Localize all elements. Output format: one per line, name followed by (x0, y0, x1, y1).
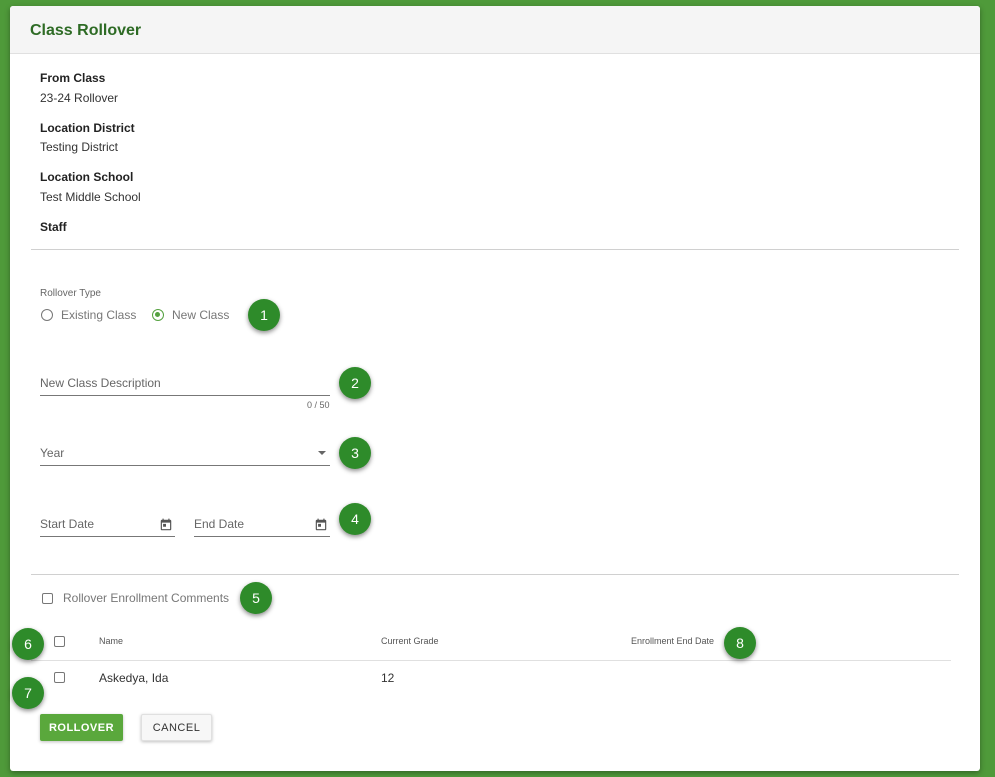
new-class-description-placeholder: New Class Description (40, 376, 161, 390)
dropdown-arrow-icon (318, 451, 326, 455)
callout-badge-2: 2 (339, 367, 371, 399)
year-placeholder: Year (40, 446, 65, 460)
column-header-current-grade[interactable]: Current Grade (381, 636, 439, 646)
rollover-enrollment-comments-label: Rollover Enrollment Comments (63, 591, 230, 605)
location-school-value: Test Middle School (40, 190, 141, 204)
column-header-name[interactable]: Name (99, 636, 123, 646)
row-checkbox[interactable] (54, 672, 65, 683)
calendar-icon[interactable] (314, 518, 328, 532)
column-header-enrollment-end-date[interactable]: Enrollment End Date (631, 636, 714, 646)
callout-badge-8: 8 (724, 627, 756, 659)
staff-label: Staff (40, 220, 67, 234)
end-date-placeholder: End Date (194, 517, 245, 531)
callout-badge-4: 4 (339, 503, 371, 535)
radio-new-class[interactable]: New Class (152, 307, 229, 323)
radio-unchecked-icon (41, 309, 53, 321)
class-rollover-dialog: Class Rollover From Class 23-24 Rollover… (10, 6, 980, 771)
callout-badge-5: 5 (240, 582, 272, 614)
dialog-header (10, 6, 980, 54)
year-select[interactable]: Year (40, 438, 330, 466)
radio-existing-class[interactable]: Existing Class (41, 307, 136, 323)
location-district-label: Location District (40, 121, 135, 135)
radio-checked-icon (152, 309, 164, 321)
select-all-checkbox[interactable] (54, 636, 65, 647)
callout-badge-6: 6 (12, 628, 44, 660)
end-date-input[interactable]: End Date (194, 509, 330, 537)
callout-badge-1: 1 (248, 299, 280, 331)
table-header-divider (31, 660, 951, 661)
from-class-label: From Class (40, 71, 106, 85)
new-class-description-input[interactable]: New Class Description (40, 368, 330, 396)
rollover-button[interactable]: ROLLOVER (40, 714, 123, 741)
radio-existing-class-label: Existing Class (61, 308, 137, 322)
callout-badge-3: 3 (339, 437, 371, 469)
calendar-icon[interactable] (159, 518, 173, 532)
radio-new-class-label: New Class (172, 308, 230, 322)
character-counter: 0 / 50 (307, 400, 330, 410)
start-date-input[interactable]: Start Date (40, 509, 175, 537)
from-class-value: 23-24 Rollover (40, 91, 119, 105)
cancel-button[interactable]: CANCEL (141, 714, 212, 741)
cell-name: Askedya, Ida (99, 671, 169, 685)
start-date-placeholder: Start Date (40, 517, 95, 531)
divider (31, 574, 959, 575)
cell-current-grade: 12 (381, 671, 395, 685)
rollover-enrollment-comments-checkbox[interactable] (42, 593, 53, 604)
location-school-label: Location School (40, 170, 134, 184)
callout-badge-7: 7 (12, 677, 44, 709)
location-district-value: Testing District (40, 140, 119, 154)
dialog-title: Class Rollover (30, 22, 142, 39)
rollover-type-label: Rollover Type (40, 288, 101, 299)
divider (31, 249, 959, 250)
